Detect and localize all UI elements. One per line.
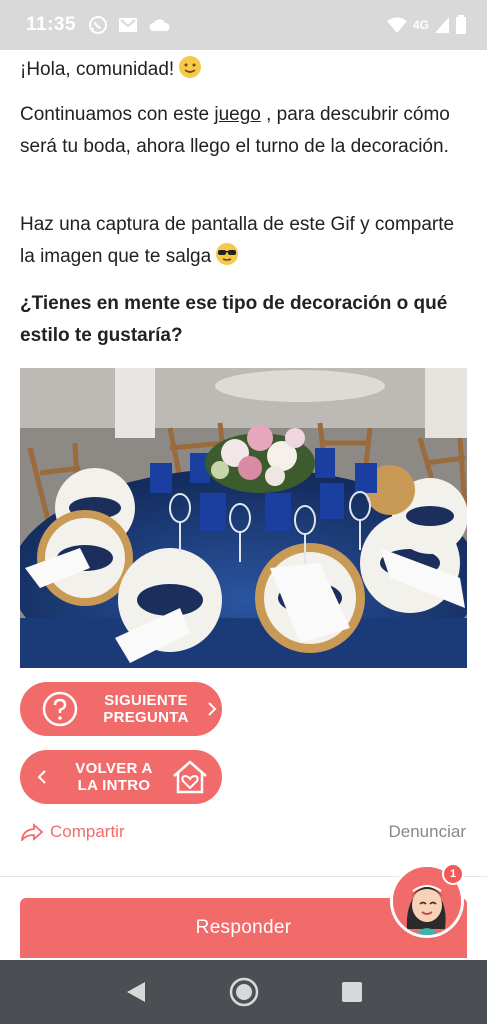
cloud-icon <box>148 18 170 32</box>
share-arrow-icon <box>20 823 44 841</box>
back-nav-icon[interactable] <box>125 980 147 1004</box>
instruction-paragraph: Haz una captura de pantalla de este Gif … <box>20 209 470 273</box>
status-bar: 11:35 4G <box>0 0 487 50</box>
next-question-line1: SIGUIENTE <box>104 692 188 709</box>
next-question-button[interactable]: SIGUIENTE PREGUNTA <box>20 682 222 736</box>
status-time: 11:35 <box>26 14 77 35</box>
home-nav-icon[interactable] <box>229 977 259 1007</box>
intro-text-start: Continuamos con este <box>20 104 215 125</box>
battery-icon <box>455 15 467 35</box>
intro-paragraph: Continuamos con este juego , para descub… <box>20 99 470 163</box>
gmail-icon <box>118 17 138 33</box>
next-question-line2: PREGUNTA <box>103 709 189 726</box>
greeting-label: ¡Hola, comunidad! <box>20 59 175 80</box>
whatsapp-icon <box>88 15 108 35</box>
greeting-text: ¡Hola, comunidad! <box>20 54 202 86</box>
notification-badge: 1 <box>442 863 464 885</box>
back-to-intro-line2: LA INTRO <box>77 777 151 794</box>
notification-icons <box>88 15 170 35</box>
question-text: ¿Tienes en mente ese tipo de decoración … <box>20 293 448 346</box>
network-type: 4G <box>412 18 429 32</box>
signal-icon <box>435 17 449 33</box>
juego-link[interactable]: juego <box>214 104 261 125</box>
next-question-label: SIGUIENTE PREGUNTA <box>94 692 198 726</box>
wifi-icon <box>386 17 407 33</box>
smile-emoji-icon <box>179 56 202 78</box>
chevron-right-icon <box>208 702 217 716</box>
share-label: Compartir <box>50 822 125 841</box>
home-heart-icon <box>173 760 207 794</box>
share-button[interactable]: Compartir <box>20 822 125 842</box>
back-to-intro-button[interactable]: VOLVER A LA INTRO <box>20 750 222 804</box>
sunglasses-emoji-icon <box>216 243 239 265</box>
system-icons: 4G <box>386 15 467 35</box>
system-nav-bar <box>0 960 487 1024</box>
question-icon <box>42 691 78 727</box>
decoration-gif[interactable] <box>20 368 467 668</box>
table-setting-image <box>20 368 467 668</box>
back-to-intro-line1: VOLVER A <box>75 760 153 777</box>
report-link[interactable]: Denunciar <box>389 822 467 842</box>
recents-nav-icon[interactable] <box>341 981 363 1003</box>
chevron-left-icon <box>37 770 46 784</box>
back-to-intro-label: VOLVER A LA INTRO <box>62 760 166 794</box>
